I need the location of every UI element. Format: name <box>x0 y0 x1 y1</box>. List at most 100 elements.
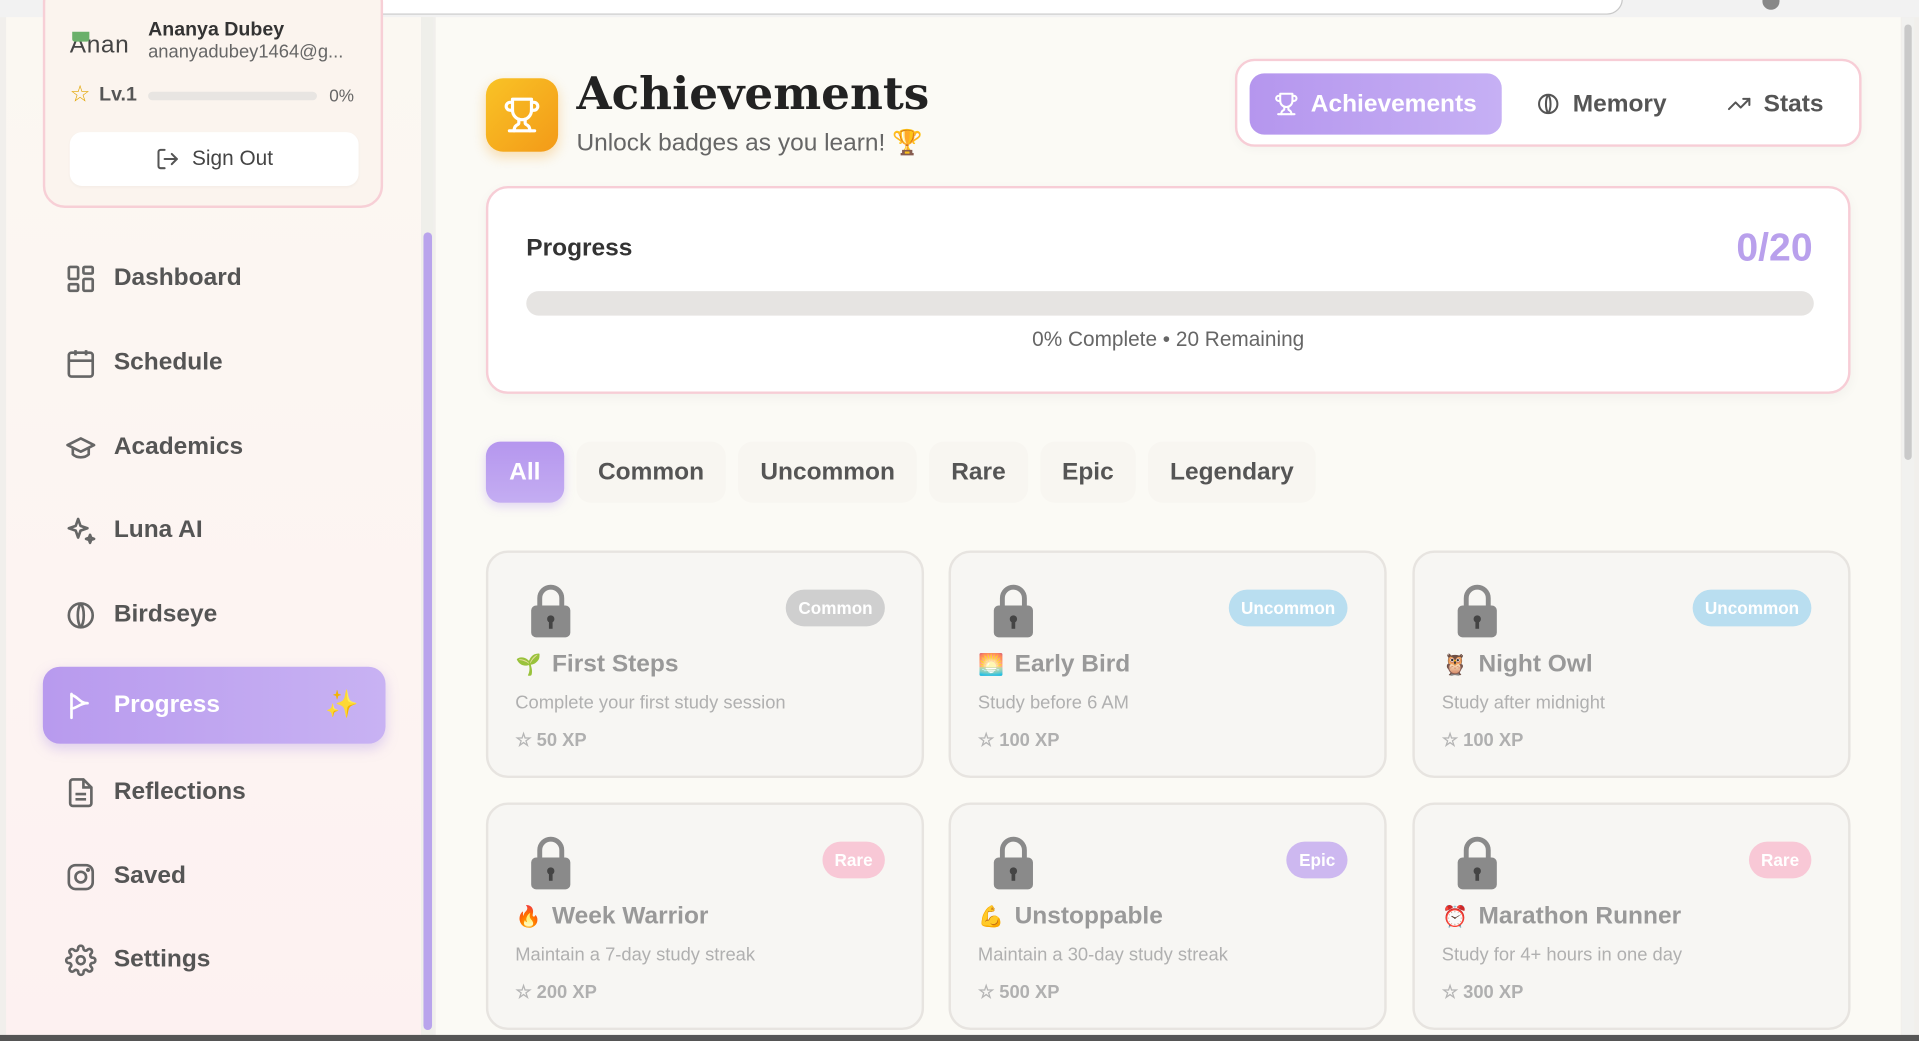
rarity-badge: Common <box>786 589 885 627</box>
trophy-icon <box>1275 92 1298 116</box>
flexed-arm-icon: 💪 <box>978 904 1005 928</box>
fire-icon: 🔥 <box>515 904 542 928</box>
lock-icon <box>1457 836 1497 890</box>
star-icon: ☆ <box>977 982 995 1004</box>
filter-rare[interactable]: Rare <box>929 441 1028 503</box>
sidebar-item-luna-ai[interactable]: Luna AI <box>43 492 386 569</box>
page-title: Achievements <box>576 66 930 120</box>
level-progress-bar <box>148 91 317 101</box>
window-bottom-edge <box>0 1034 1919 1041</box>
lock-icon <box>1457 584 1497 638</box>
achievement-card[interactable]: Rare 🔥 Week Warrior Maintain a 7-day stud… <box>485 802 925 1031</box>
brain-icon <box>1538 93 1559 115</box>
achievement-card[interactable]: Uncommon 🦉 Night Owl Study after midnight… <box>1412 550 1851 779</box>
sidebar-item-birdseye[interactable]: Birdseye <box>43 576 386 653</box>
achievement-description: Maintain a 30-day study streak <box>977 944 1228 966</box>
sunrise-icon: 🌅 <box>978 652 1005 676</box>
star-icon: ☆ <box>1441 730 1459 752</box>
filter-epic[interactable]: Epic <box>1039 441 1136 503</box>
lock-icon <box>531 584 571 638</box>
app-canvas: Anan Ananya Dubey ananyadubey1464@g... ☆… <box>0 0 1919 1041</box>
progress-icon <box>70 691 89 719</box>
sidebar-item-saved[interactable]: Saved <box>43 838 386 915</box>
trophy-badge <box>485 78 559 152</box>
achievement-title: 🌱 First Steps <box>515 650 679 678</box>
star-icon: ☆ <box>1441 982 1459 1004</box>
rarity-badge: Uncommon <box>1692 589 1812 627</box>
sidebar: Anan Ananya Dubey ananyadubey1464@g... ☆… <box>6 0 423 1035</box>
achievement-xp: ☆ 100 XP <box>1441 729 1524 752</box>
saved-icon <box>67 863 95 890</box>
user-card: Anan Ananya Dubey ananyadubey1464@g... ☆… <box>42 0 384 208</box>
tab-stats[interactable]: Stats <box>1727 73 1823 134</box>
achievement-title: ⏰ Marathon Runner <box>1442 902 1682 930</box>
user-email: ananyadubey1464@g... <box>148 41 344 63</box>
filter-uncommon[interactable]: Uncommon <box>738 441 917 503</box>
sidebar-item-label: Settings <box>113 945 211 973</box>
sidebar-item-dashboard[interactable]: Dashboard <box>43 240 386 317</box>
progress-status: 0% Complete • 20 Remaining <box>1032 327 1305 352</box>
sidebar-item-label: Luna AI <box>113 516 203 544</box>
achievement-description: Study for 4+ hours in one day <box>1441 944 1683 966</box>
rarity-badge: Rare <box>822 841 885 879</box>
sidebar-item-label: Reflections <box>113 778 246 805</box>
progress-bar <box>526 291 1814 316</box>
level-row: ☆ Lv.1 0% <box>70 83 364 107</box>
achievement-description: Maintain a 7-day study streak <box>515 944 756 966</box>
filter-common[interactable]: Common <box>575 441 727 503</box>
sidebar-scrollbar-thumb[interactable] <box>423 232 433 1031</box>
achievement-title: 🦉 Night Owl <box>1442 650 1593 678</box>
achievement-title: 🌅 Early Bird <box>978 650 1131 678</box>
achievement-xp: ☆ 500 XP <box>977 981 1060 1004</box>
sidebar-item-label: Progress <box>113 691 220 719</box>
sidebar-item-settings[interactable]: Settings <box>43 921 386 998</box>
achievement-description: Complete your first study session <box>515 692 786 714</box>
lock-icon <box>993 584 1033 638</box>
sidebar-item-progress[interactable]: Progress ✨ <box>42 666 386 744</box>
level-percent: 0% <box>329 85 354 106</box>
achievement-title: 🔥 Week Warrior <box>515 902 709 930</box>
trend-icon <box>1727 97 1751 111</box>
achievement-card[interactable]: Uncommon 🌅 Early Bird Study before 6 AM ☆… <box>948 550 1387 779</box>
page-scrollbar-thumb[interactable] <box>1904 24 1912 460</box>
trophy-icon <box>504 97 540 133</box>
rarity-badge: Uncommon <box>1228 589 1348 627</box>
sprout-icon: 🌱 <box>515 652 542 676</box>
main-content: Achievements Unlock badges as you learn!… <box>435 17 1901 1035</box>
achievement-card[interactable]: Common 🌱 First Steps Complete your first … <box>485 550 925 779</box>
sidebar-item-reflections[interactable]: Reflections <box>43 754 386 831</box>
filter-legendary[interactable]: Legendary <box>1147 441 1316 503</box>
profile-icon[interactable] <box>1762 0 1780 10</box>
achievement-title: 💪 Unstoppable <box>978 902 1163 930</box>
view-tabs: Achievements Memory Stats <box>1234 58 1862 147</box>
achievement-xp: ☆ 100 XP <box>977 729 1060 752</box>
lock-icon <box>993 836 1033 890</box>
sidebar-item-academics[interactable]: Academics <box>43 409 386 486</box>
achievement-xp: ☆ 300 XP <box>1441 981 1524 1004</box>
star-icon: ☆ <box>977 730 995 752</box>
sign-out-button[interactable]: Sign Out <box>69 132 359 186</box>
rarity-badge: Rare <box>1748 841 1812 879</box>
graduation-cap-icon <box>66 436 96 459</box>
page-subtitle: Unlock badges as you learn! 🏆 <box>576 129 923 157</box>
tab-memory[interactable]: Memory <box>1536 73 1667 134</box>
rarity-filters: All Common Uncommon Rare Epic Legendary <box>485 441 1316 503</box>
tab-achievements[interactable]: Achievements <box>1249 73 1502 135</box>
achievement-card[interactable]: Rare ⏰ Marathon Runner Study for 4+ hours… <box>1412 802 1851 1031</box>
dashboard-icon <box>67 265 95 292</box>
achievement-xp: ☆ 50 XP <box>515 729 587 752</box>
sign-out-label: Sign Out <box>192 146 274 171</box>
filter-all[interactable]: All <box>485 441 564 503</box>
tab-label: Achievements <box>1310 89 1477 117</box>
sidebar-item-label: Schedule <box>113 348 223 376</box>
star-icon: ☆ <box>515 730 532 752</box>
achievement-description: Study after midnight <box>1441 692 1606 714</box>
sparkles-icon <box>67 517 96 544</box>
calendar-icon <box>67 349 95 378</box>
sidebar-item-schedule[interactable]: Schedule <box>43 324 386 401</box>
sparkle-icon: ✨ <box>325 688 359 720</box>
achievement-card[interactable]: Epic 💪 Unstoppable Maintain a 30-day stud… <box>948 802 1387 1031</box>
sidebar-item-label: Saved <box>113 862 186 890</box>
star-icon: ☆ <box>69 81 91 108</box>
settings-icon <box>64 943 97 976</box>
